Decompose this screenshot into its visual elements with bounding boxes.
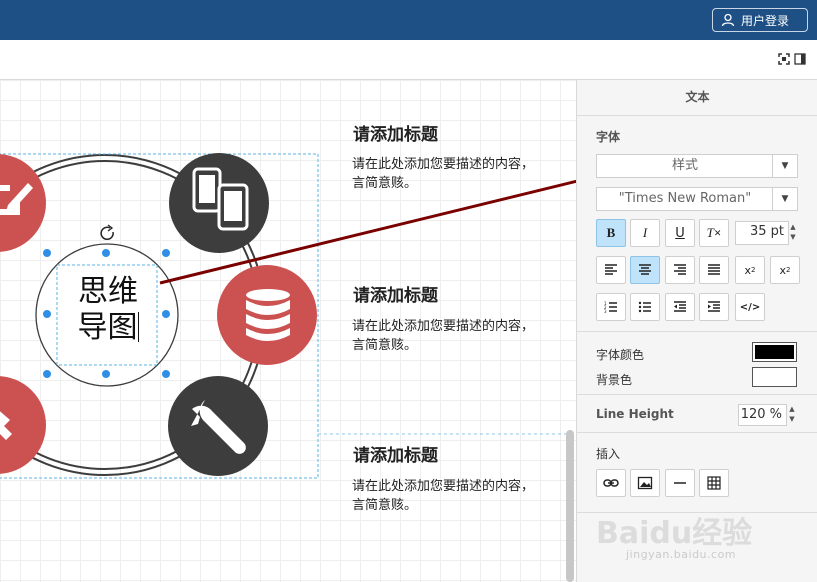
line-height-spinner-icon[interactable]: ▲ ▼ (787, 404, 797, 426)
outdent-button[interactable] (665, 293, 695, 321)
red-node-database[interactable] (217, 265, 317, 365)
insert-image-button[interactable] (630, 469, 660, 497)
bg-color-label: 背景色 (596, 373, 633, 387)
horizontal-rule-icon (674, 482, 686, 484)
style-dropdown-value: 样式 (671, 158, 698, 173)
style-dropdown[interactable]: 样式 ▼ (596, 154, 798, 178)
font-section-label: 字体 (596, 130, 621, 144)
mindmap-center-text[interactable]: 思维 导图 (68, 274, 148, 346)
canvas-scrollbar[interactable] (566, 430, 574, 582)
text-properties-panel: 文本 字体 样式 ▼ "Times New Roman" ▼ B I U T ✕ … (576, 80, 817, 582)
panel-title: 文本 (577, 80, 817, 116)
justify-button[interactable] (699, 256, 729, 284)
ordered-list-icon: 123 (604, 301, 617, 314)
item-title-3[interactable]: 请添加标题 (353, 441, 438, 466)
line-height-label: Line Height (596, 407, 674, 421)
bold-button[interactable]: B (596, 219, 626, 247)
underline-button[interactable]: U (665, 219, 695, 247)
baidu-watermark: Baidu经验 (596, 516, 753, 551)
table-icon (707, 476, 721, 490)
fullscreen-icon[interactable] (778, 53, 790, 65)
html-source-button[interactable]: </> (735, 293, 765, 321)
mindmap-line-2: 导图 (77, 310, 139, 345)
chevron-down-icon: ▼ (772, 155, 797, 177)
divider (577, 331, 817, 332)
align-center-button[interactable] (630, 256, 660, 284)
mindmap-line-1: 思维 (78, 274, 138, 309)
svg-text:3: 3 (604, 309, 607, 314)
clear-format-button[interactable]: T ✕ (699, 219, 729, 247)
login-button[interactable]: 用户登录 (712, 8, 808, 32)
insert-table-button[interactable] (699, 469, 729, 497)
italic-button[interactable]: I (630, 219, 660, 247)
link-icon (603, 479, 619, 487)
font-color-label: 字体颜色 (596, 348, 645, 362)
baidu-watermark-url: jingyan.baidu.com (626, 548, 737, 561)
font-family-value: "Times New Roman" (618, 191, 752, 206)
justify-icon (708, 264, 720, 275)
align-right-icon (674, 264, 686, 275)
indent-button[interactable] (699, 293, 729, 321)
item-title-2[interactable]: 请添加标题 (353, 281, 438, 306)
editor-toolbar (0, 40, 817, 80)
chevron-down-icon: ▼ (772, 188, 797, 210)
bullet-list-icon (638, 301, 651, 313)
ordered-list-button[interactable]: 123 (596, 293, 626, 321)
align-left-button[interactable] (596, 256, 626, 284)
top-header-bar: 用户登录 (0, 0, 817, 40)
insert-label: 插入 (596, 447, 621, 461)
text-caret (137, 312, 139, 342)
image-icon (637, 476, 653, 490)
item-title-1[interactable]: 请添加标题 (353, 120, 438, 145)
align-center-icon (639, 264, 651, 275)
font-color-fill (755, 345, 794, 359)
align-right-button[interactable] (665, 256, 695, 284)
insert-hr-button[interactable] (665, 469, 695, 497)
font-size-spinner-icon[interactable]: ▲ ▼ (788, 222, 798, 244)
subscript-button[interactable]: x2 (735, 256, 765, 284)
red-node-bottom-left[interactable] (0, 376, 46, 474)
item-desc-2[interactable]: 请在此处添加您要描述的内容，言简意赅。 (352, 317, 542, 355)
bullet-list-button[interactable] (630, 293, 660, 321)
rotate-handle-icon[interactable] (100, 224, 114, 240)
indent-icon (708, 301, 720, 312)
outdent-icon (674, 301, 686, 312)
user-icon (721, 13, 735, 27)
font-size-input[interactable]: 35 pt (735, 221, 789, 245)
item-desc-1[interactable]: 请在此处添加您要描述的内容，言简意赅。 (352, 155, 542, 193)
superscript-button[interactable]: x2 (770, 256, 800, 284)
align-left-icon (605, 264, 617, 275)
font-family-dropdown[interactable]: "Times New Roman" ▼ (596, 187, 798, 211)
bg-color-swatch[interactable] (752, 367, 797, 387)
line-height-input[interactable]: 120 % (738, 404, 787, 426)
login-label: 用户登录 (741, 13, 790, 28)
toggle-panel-icon[interactable] (794, 53, 806, 65)
divider (577, 394, 817, 395)
divider (577, 432, 817, 433)
insert-link-button[interactable] (596, 469, 626, 497)
font-color-swatch[interactable] (752, 342, 797, 362)
bg-color-fill (755, 370, 794, 384)
item-desc-3[interactable]: 请在此处添加您要描述的内容，言简意赅。 (352, 477, 542, 515)
